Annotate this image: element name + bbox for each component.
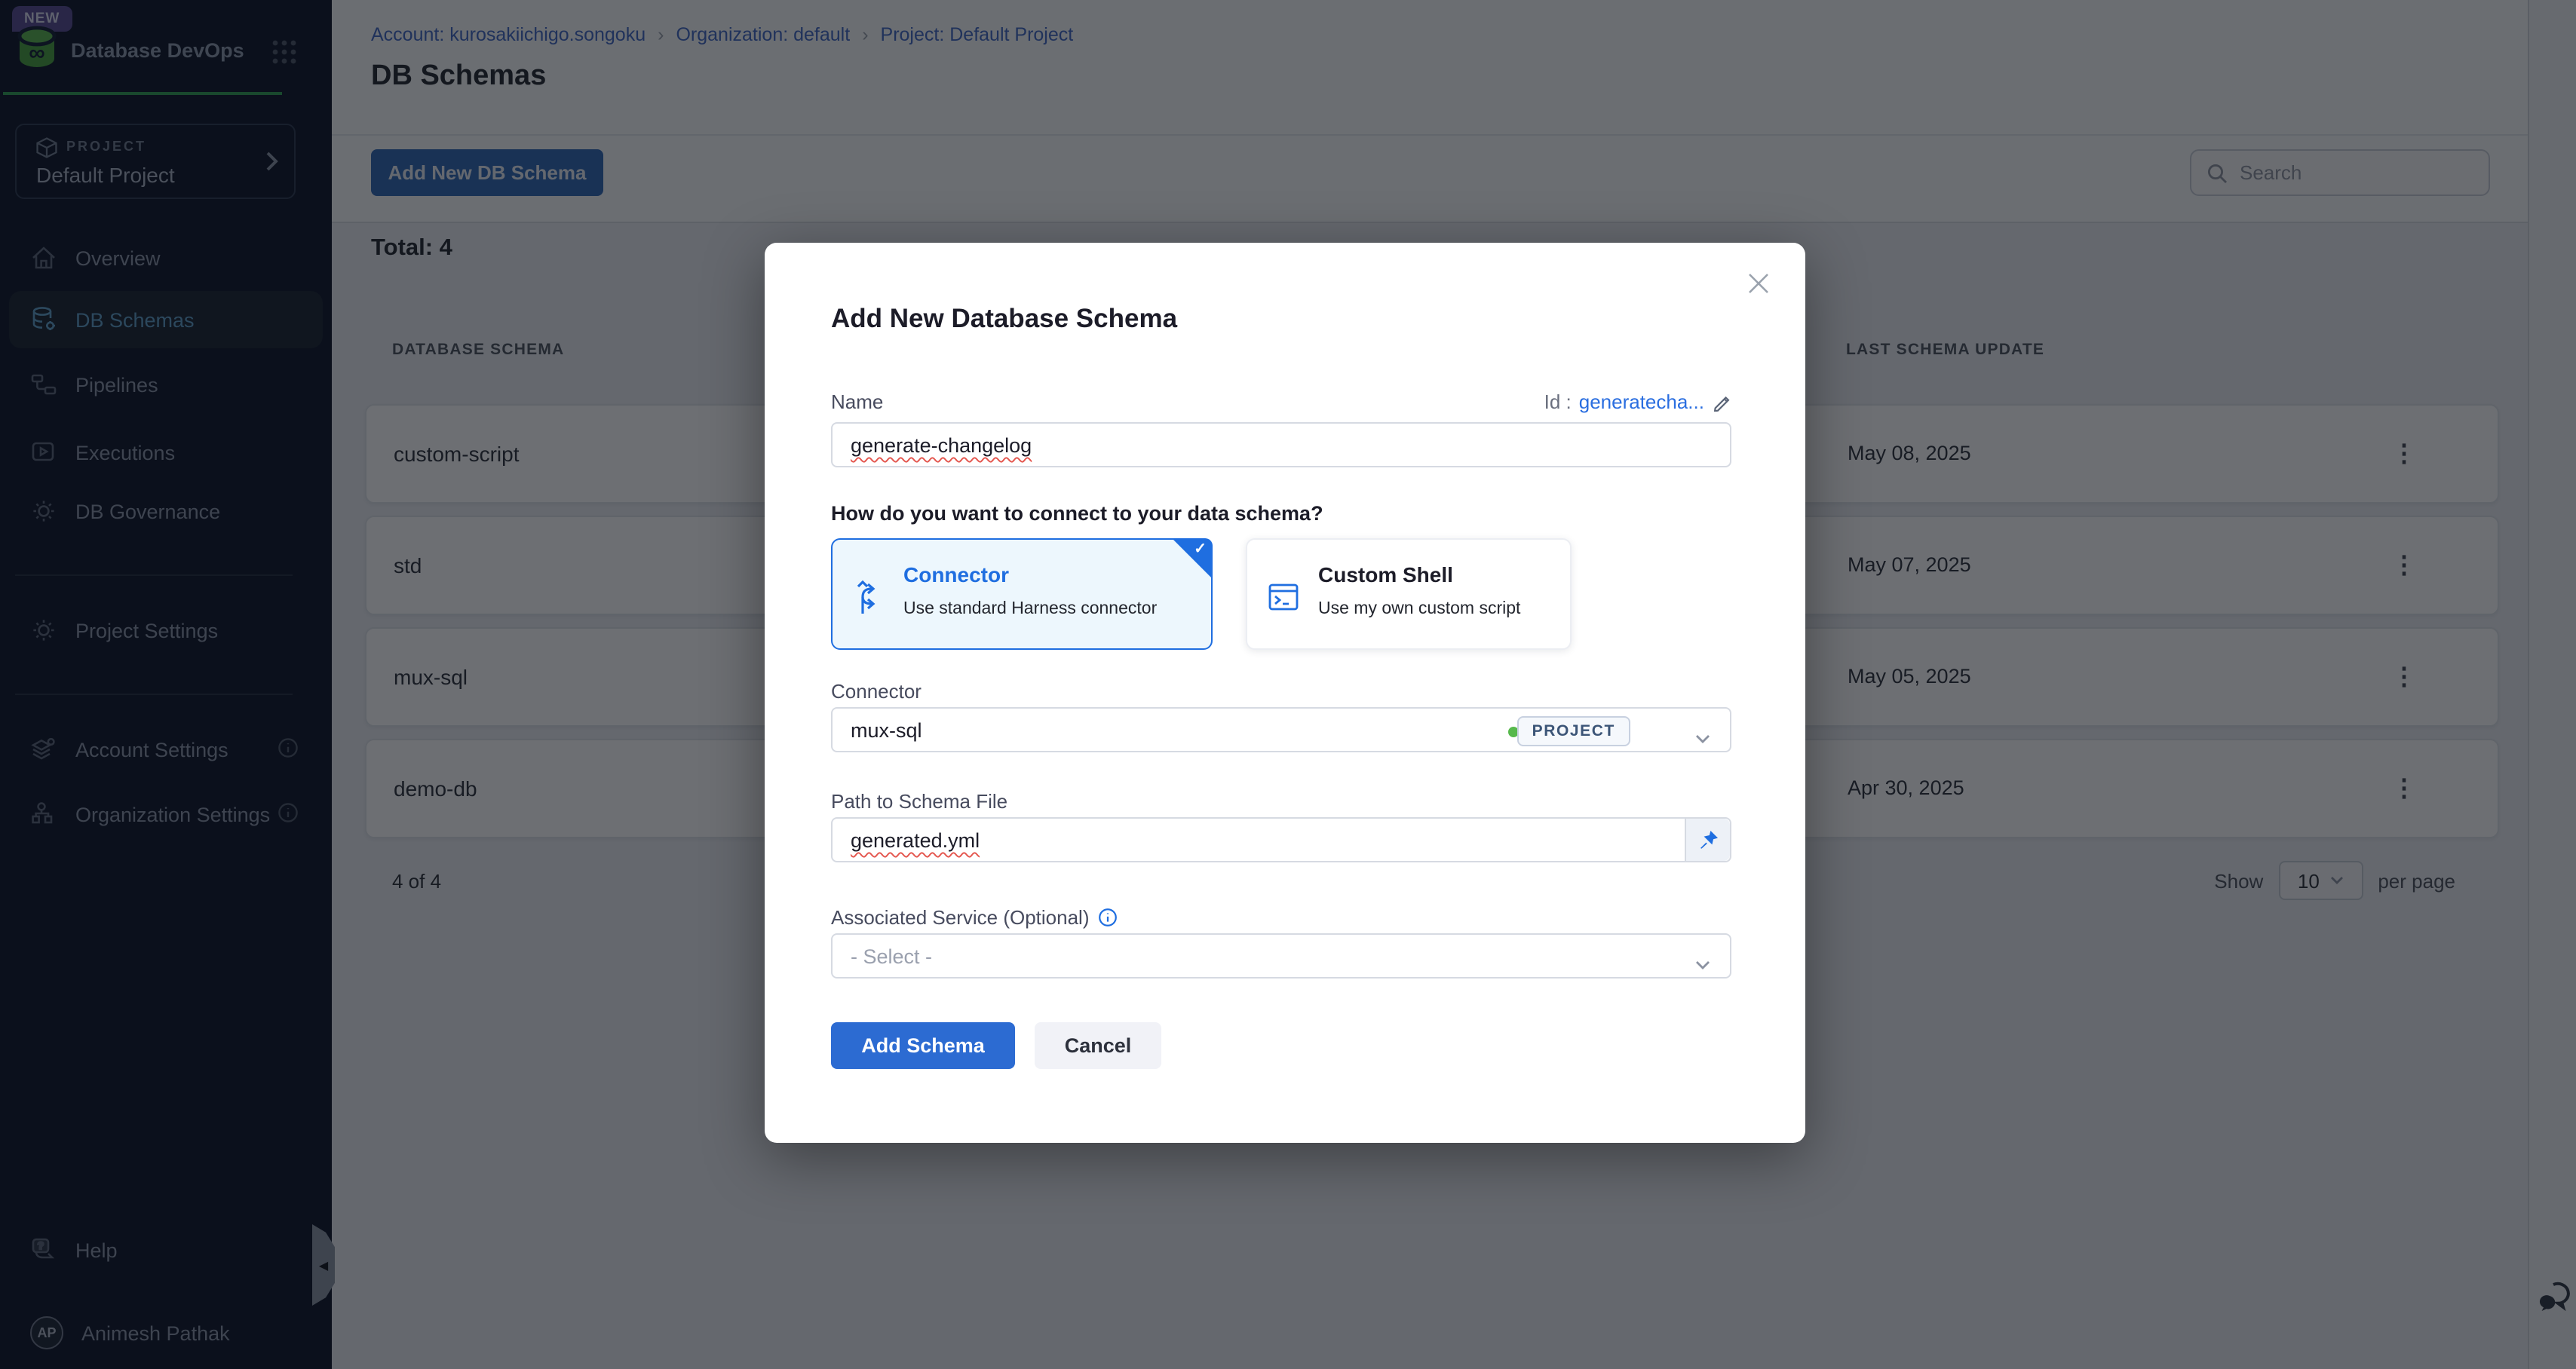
chevron-down-icon bbox=[1695, 953, 1710, 975]
path-label: Path to Schema File bbox=[831, 790, 1007, 813]
option-card-custom-shell[interactable]: Custom Shell Use my own custom script bbox=[1246, 538, 1572, 650]
service-label: Associated Service (Optional) bbox=[831, 906, 1090, 929]
id-value-link[interactable]: generatecha... bbox=[1579, 390, 1704, 413]
check-icon: ✓ bbox=[1194, 541, 1207, 558]
close-icon[interactable] bbox=[1742, 267, 1775, 300]
pin-icon bbox=[1697, 829, 1719, 850]
add-schema-modal: Add New Database Schema Name Id : genera… bbox=[765, 243, 1805, 1143]
name-label-row: Name Id : generatecha... bbox=[831, 390, 1731, 413]
option-card-connector[interactable]: ✓ Connector Use standard Harness connect… bbox=[831, 538, 1213, 650]
connector-fork-icon bbox=[852, 577, 888, 624]
add-schema-button[interactable]: Add Schema bbox=[831, 1022, 1015, 1069]
option-subtitle: Use standard Harness connector bbox=[903, 600, 1157, 618]
cancel-button[interactable]: Cancel bbox=[1035, 1022, 1161, 1069]
service-placeholder: - Select - bbox=[851, 945, 932, 967]
chevron-down-icon bbox=[1695, 727, 1710, 749]
app-root: NEW ∞ Database DevOps PROJECT bbox=[0, 0, 2576, 1369]
option-subtitle: Use my own custom script bbox=[1318, 600, 1520, 618]
info-icon[interactable] bbox=[1099, 908, 1118, 927]
connector-value: mux-sql bbox=[851, 718, 922, 741]
scope-badge: PROJECT bbox=[1517, 716, 1630, 746]
pin-zone[interactable] bbox=[1685, 819, 1730, 861]
option-title: Connector bbox=[903, 562, 1009, 586]
connector-select[interactable]: mux-sql PROJECT bbox=[831, 707, 1731, 752]
modal-title: Add New Database Schema bbox=[831, 303, 1177, 335]
connect-question: How do you want to connect to your data … bbox=[831, 502, 1323, 525]
option-title: Custom Shell bbox=[1318, 562, 1453, 586]
name-input[interactable]: generate-changelog bbox=[831, 422, 1731, 467]
id-prefix: Id : bbox=[1544, 390, 1572, 413]
name-label: Name bbox=[831, 390, 883, 413]
service-select[interactable]: - Select - bbox=[831, 933, 1731, 979]
service-label-row: Associated Service (Optional) bbox=[831, 906, 1118, 929]
edit-pencil-icon[interactable] bbox=[1712, 392, 1731, 412]
path-input[interactable]: generated.yml bbox=[831, 817, 1731, 862]
identifier-group: Id : generatecha... bbox=[1544, 390, 1731, 413]
terminal-icon bbox=[1267, 580, 1300, 621]
connector-label: Connector bbox=[831, 680, 922, 703]
